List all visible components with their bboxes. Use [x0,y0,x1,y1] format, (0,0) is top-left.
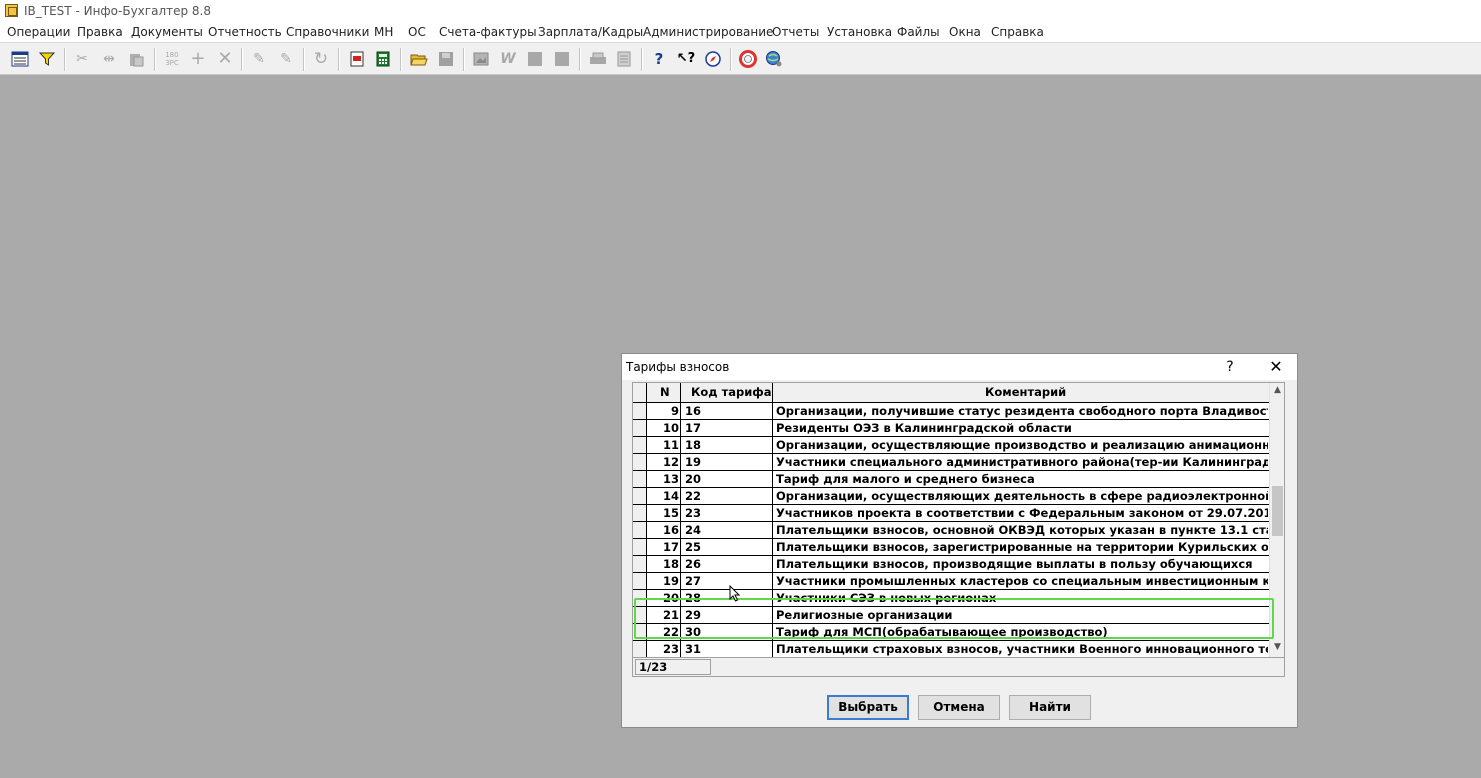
toolbar: ✂ ⇹ 180 ЗРС + ✕ ✎ ✎ ↻ W ? ↖? [0,42,1481,75]
menu-setup[interactable]: Установка [827,25,892,39]
scroll-up-icon[interactable]: ▲ [1270,383,1284,398]
table-row[interactable]: 15 23 Участников проекта в соответствии с … [633,505,1269,522]
menu-bar: Операции Правка Документы Отчетность Спр… [0,22,1481,42]
dialog-close-button[interactable]: ✕ [1266,357,1286,377]
table-row[interactable]: 16 24 Плательщики взносов, основной ОКВЭД … [633,522,1269,539]
help-icon[interactable]: ? [649,49,669,69]
grid-header: N Код тарифа Коментарий [633,383,1269,403]
menu-reporting[interactable]: Отчетность [208,25,282,39]
menu-operations[interactable]: Операции [7,25,70,39]
menu-administration[interactable]: Администрирование [643,25,773,39]
find-button[interactable]: Найти [1009,695,1091,720]
dialog-help-button[interactable]: ? [1222,357,1238,377]
highlight-annotation [634,598,1274,639]
reverse-icon[interactable]: 180 ЗРС [162,49,182,69]
add-icon[interactable]: + [188,49,208,69]
pdf-icon[interactable] [347,49,367,69]
window-titlebar: IB_TEST - Инфо-Бухгалтер 8.8 [0,0,1481,22]
window-title: IB_TEST - Инфо-Бухгалтер 8.8 [24,4,211,18]
unmark-icon[interactable]: ✎ [276,49,296,69]
table-row[interactable]: 11 18 Организации, осуществляющие производ… [633,437,1269,454]
word-icon[interactable]: W [498,49,518,69]
menu-help[interactable]: Справка [991,25,1044,39]
mark-icon[interactable]: ✎ [249,49,269,69]
table-row[interactable]: 9 16 Организации, получившие статус резиде… [633,403,1269,420]
calculator-icon[interactable] [373,49,393,69]
table-row[interactable]: 14 22 Организации, осуществляющих деятельн… [633,488,1269,505]
cut-icon[interactable]: ✂ [72,49,92,69]
menu-windows[interactable]: Окна [949,25,981,39]
save-icon[interactable] [436,49,456,69]
table-row[interactable]: 12 19 Участники специального административ… [633,454,1269,471]
grid-status-bar: 1/23 [633,657,1284,676]
cancel-button[interactable]: Отмена [918,695,1000,720]
menu-references[interactable]: Справочники [286,25,369,39]
delete-icon[interactable]: ✕ [215,49,235,69]
dialog-titlebar: Тарифы взносов ? ✕ [622,354,1297,380]
record-counter: 1/23 [635,659,711,675]
table-row[interactable]: 10 17 Резиденты ОЭЗ в Калининградской обла… [633,420,1269,437]
tariffs-dialog: Тарифы взносов ? ✕ N Код тарифа Коментар… [621,353,1298,728]
open-folder-icon[interactable] [409,49,429,69]
select-button[interactable]: Выбрать [827,695,909,720]
lifebuoy-icon[interactable] [738,49,758,69]
refresh-icon[interactable]: ↻ [311,49,331,69]
print-preview-icon[interactable] [614,49,634,69]
menu-mn[interactable]: МН [374,25,393,39]
doc-icon[interactable] [525,49,545,69]
doc2-icon[interactable] [552,49,572,69]
menu-payroll[interactable]: Зарплата/Кадры [538,25,643,39]
menu-edit[interactable]: Правка [77,25,123,39]
mouse-cursor-icon [729,584,741,602]
column-header-n[interactable]: N [660,385,670,399]
split-icon[interactable]: ⇹ [99,49,119,69]
menu-files[interactable]: Файлы [897,25,940,39]
table-view-icon[interactable] [10,49,30,69]
globe-icon[interactable] [764,49,784,69]
menu-invoices[interactable]: Счета-фактуры [439,25,537,39]
image-icon[interactable] [471,49,491,69]
print-icon[interactable] [588,49,608,69]
table-row[interactable]: 13 20 Тариф для малого и среднего бизнеса [633,471,1269,488]
column-header-code[interactable]: Код тарифа [691,385,771,399]
table-row[interactable]: 17 25 Плательщики взносов, зарегистрирован… [633,539,1269,556]
table-row[interactable]: 18 26 Плательщики взносов, производящие вы… [633,556,1269,573]
context-help-icon[interactable]: ↖? [676,49,696,69]
dialog-title: Тарифы взносов [626,360,730,374]
app-icon [5,4,18,17]
filter-icon[interactable] [37,49,57,69]
menu-documents[interactable]: Документы [131,25,203,39]
table-row[interactable]: 23 31 Плательщики страховых взносов, участ… [633,641,1269,658]
scroll-down-icon[interactable]: ▼ [1270,640,1284,655]
menu-reports[interactable]: Отчеты [772,25,819,39]
paste-icon[interactable] [126,49,146,69]
compass-icon[interactable] [703,49,723,69]
column-header-comment[interactable]: Коментарий [985,385,1066,399]
scroll-thumb[interactable] [1272,486,1283,536]
menu-os[interactable]: ОС [408,25,426,39]
